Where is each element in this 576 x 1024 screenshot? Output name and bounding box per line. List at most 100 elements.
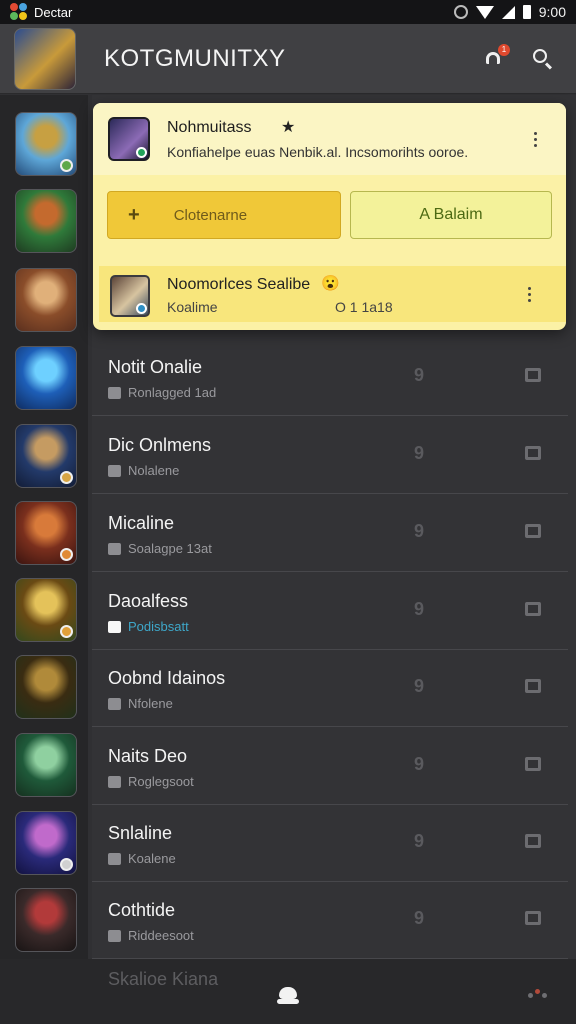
- balance-button[interactable]: A Balaim: [350, 191, 552, 239]
- status-indicator-icon: [60, 471, 73, 484]
- featured-card: Nohmuitass ★ Konfiahelpe euas Nenbik.al.…: [93, 103, 566, 330]
- list-item-count: 9: [414, 831, 425, 851]
- star-icon: ★: [281, 119, 296, 136]
- list-item-subtitle-text: Koalene: [128, 851, 176, 866]
- message-icon[interactable]: [525, 757, 541, 771]
- battery-icon: [522, 5, 531, 19]
- list-item-subtitle: Roglegsoot: [108, 774, 194, 789]
- header-actions: 1: [484, 43, 554, 70]
- list-item[interactable]: Dic Onlmens Nolalene 9: [92, 417, 568, 494]
- chat-icon: [108, 464, 121, 477]
- list-item-subtitle: Riddeesoot: [108, 928, 194, 943]
- create-button-label: Clotenarne: [173, 206, 248, 224]
- message-icon[interactable]: [525, 524, 541, 538]
- verified-icon: [136, 303, 147, 314]
- card-header[interactable]: Nohmuitass ★ Konfiahelpe euas Nenbik.al.…: [93, 103, 566, 175]
- list-item-count: 9: [414, 443, 425, 463]
- chat-icon: [108, 697, 121, 710]
- online-status-icon: [136, 147, 147, 158]
- sub-item-title: Noomorlces Sealibe: [167, 276, 311, 293]
- notification-badge: 1: [498, 43, 510, 56]
- card-description: Konfiahelpe euas Nenbik.al. Incsomorihts…: [167, 144, 469, 160]
- card-more-icon[interactable]: [534, 132, 538, 148]
- message-icon[interactable]: [525, 911, 541, 925]
- list-item-title: Daoalfess: [108, 591, 189, 611]
- list-item[interactable]: Oobnd Idainos Nfolene 9: [92, 650, 568, 727]
- sidebar-avatar-1[interactable]: [15, 112, 77, 176]
- sidebar-avatar-4[interactable]: [15, 346, 77, 410]
- status-bar: Dectar 9:00: [0, 0, 576, 24]
- message-icon[interactable]: [525, 368, 541, 382]
- list-item-subtitle: Nolalene: [108, 463, 179, 478]
- sidebar-avatar-8[interactable]: [15, 655, 77, 719]
- sidebar-avatar-3[interactable]: [15, 268, 77, 332]
- plus-icon: +: [128, 203, 140, 226]
- sidebar-avatar-9[interactable]: [15, 733, 77, 797]
- home-icon[interactable]: [277, 987, 299, 1005]
- sub-item-status: Koalime: [167, 299, 218, 315]
- status-app-name: Dectar: [34, 4, 73, 20]
- status-indicator-icon: [60, 159, 73, 172]
- sidebar-avatar-5[interactable]: [15, 424, 77, 488]
- list-item[interactable]: Micaline Soalagpe 13at 9: [92, 495, 568, 572]
- chat-icon: [108, 542, 121, 555]
- list-item-subtitle: Nfolene: [108, 696, 173, 711]
- list-item-subtitle-text: Riddeesoot: [128, 928, 194, 943]
- status-indicator-icon: [60, 858, 73, 871]
- list-item-title: Cothtide: [108, 900, 176, 920]
- list-item-title: Dic Onlmens: [108, 435, 212, 455]
- list-item-subtitle-text: Nolalene: [128, 463, 180, 478]
- list-item-title: Naits Deo: [108, 746, 188, 766]
- sidebar-avatar-10[interactable]: [15, 811, 77, 875]
- list-item-subtitle-text: Nfolene: [128, 696, 173, 711]
- message-icon[interactable]: [525, 446, 541, 460]
- app-logo-icon: [10, 3, 28, 21]
- list-item-subtitle-text: Podisbsatt: [128, 619, 189, 634]
- notifications-button[interactable]: 1: [484, 43, 510, 70]
- list-item-subtitle: Soalagpe 13at: [108, 541, 212, 556]
- list-item[interactable]: Cothtide Riddeesoot 9: [92, 882, 568, 959]
- list-item-count: 9: [414, 676, 425, 696]
- list-item[interactable]: Daoalfess Podisbsatt 9: [92, 573, 568, 650]
- list-item-title: Oobnd Idainos: [108, 668, 226, 688]
- search-button[interactable]: [532, 48, 554, 70]
- signal-icon: [501, 5, 515, 19]
- status-time: 9:00: [538, 4, 566, 20]
- community-avatar[interactable]: [14, 27, 76, 90]
- sub-item-meta: O 1 1a18: [335, 299, 393, 315]
- colorful-dots-icon[interactable]: [528, 987, 550, 1001]
- chat-icon: [108, 852, 121, 865]
- sidebar-avatar-2[interactable]: [15, 189, 77, 253]
- emoji-icon: 😮: [321, 275, 340, 292]
- page-title: KOTGMUNITXY: [104, 44, 286, 72]
- chat-icon: [108, 620, 121, 633]
- list-item-subtitle: Podisbsatt: [108, 619, 189, 634]
- sidebar-avatar-7[interactable]: [15, 578, 77, 642]
- sub-item-more-icon[interactable]: [528, 287, 532, 303]
- server-sidebar: [0, 95, 88, 959]
- list-item-subtitle: Ronlagged 1ad: [108, 385, 216, 400]
- bell-icon: [486, 51, 500, 64]
- list-item[interactable]: Snlaline Koalene 9: [92, 805, 568, 882]
- list-item-count: 9: [414, 521, 425, 541]
- chat-icon: [108, 775, 121, 788]
- list-item-subtitle-text: Roglegsoot: [128, 774, 194, 789]
- message-icon[interactable]: [525, 679, 541, 693]
- message-icon[interactable]: [525, 834, 541, 848]
- card-sub-item[interactable]: Noomorlces Sealibe 😮 Koalime O 1 1a18: [99, 266, 566, 322]
- create-button[interactable]: + Clotenarne: [107, 191, 341, 239]
- sidebar-avatar-6[interactable]: [15, 501, 77, 565]
- sidebar-avatar-11[interactable]: [15, 888, 77, 952]
- search-icon: [533, 48, 547, 63]
- card-title: Nohmuitass: [167, 119, 252, 136]
- message-icon[interactable]: [525, 602, 541, 616]
- chat-icon: [108, 386, 121, 399]
- list-item-count: 9: [414, 365, 425, 385]
- list-item[interactable]: Naits Deo Roglegsoot 9: [92, 728, 568, 805]
- wifi-icon: [475, 5, 494, 19]
- app-header: KOTGMUNITXY 1: [0, 24, 576, 94]
- list-item-title: Micaline: [108, 513, 175, 533]
- status-sync-icon: [453, 5, 468, 19]
- list-item[interactable]: Notit Onalie Ronlagged 1ad 9: [92, 339, 568, 416]
- bottom-faded-text: Skalioe Kiana: [108, 969, 219, 989]
